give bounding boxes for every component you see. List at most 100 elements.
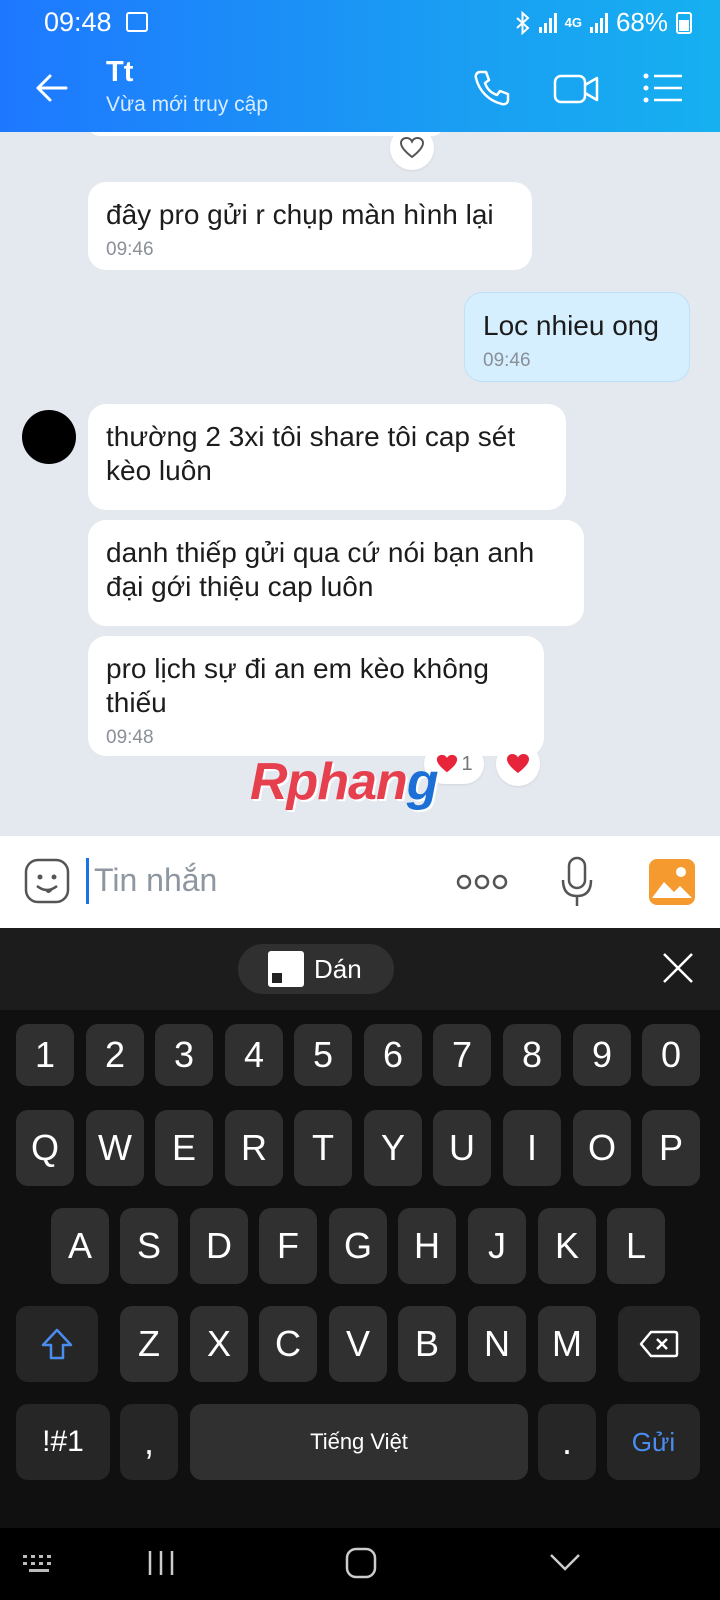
network-type: 4G xyxy=(564,15,582,30)
backspace-key[interactable] xyxy=(618,1306,700,1382)
more-options-icon[interactable] xyxy=(456,872,508,892)
key-w[interactable]: W xyxy=(86,1110,144,1186)
battery-icon xyxy=(676,11,692,34)
clipboard-thumbnail xyxy=(268,951,304,987)
cell-signal-icon xyxy=(589,12,608,33)
key-f[interactable]: F xyxy=(259,1208,317,1284)
key-a[interactable]: A xyxy=(51,1208,109,1284)
video-call-icon[interactable] xyxy=(552,68,600,108)
heart-filled-icon xyxy=(507,754,529,773)
key-c[interactable]: C xyxy=(259,1306,317,1382)
key-3[interactable]: 3 xyxy=(155,1024,213,1086)
key-g[interactable]: G xyxy=(329,1208,387,1284)
chevron-down-icon[interactable] xyxy=(548,1550,582,1574)
back-arrow-icon[interactable] xyxy=(32,68,72,108)
key-j[interactable]: J xyxy=(468,1208,526,1284)
key-o[interactable]: O xyxy=(573,1110,631,1186)
key-5[interactable]: 5 xyxy=(294,1024,352,1086)
close-icon[interactable] xyxy=(658,948,698,988)
key-4[interactable]: 4 xyxy=(225,1024,283,1086)
contact-name[interactable]: Tt xyxy=(106,56,133,89)
key-9[interactable]: 9 xyxy=(573,1024,631,1086)
key-r[interactable]: R xyxy=(225,1110,283,1186)
paste-label: Dán xyxy=(314,953,362,984)
react-heart-button[interactable] xyxy=(496,742,540,786)
message-time: 09:46 xyxy=(106,239,154,260)
key-l[interactable]: L xyxy=(607,1208,665,1284)
key-n[interactable]: N xyxy=(468,1306,526,1382)
send-key[interactable]: Gửi xyxy=(607,1404,700,1480)
chat-area[interactable]: đây pro gửi r chụp màn hình lại 09:46 Lo… xyxy=(0,132,720,836)
message-bubble[interactable]: pro lịch sự đi an em kèo không thiếu 09:… xyxy=(88,636,544,756)
heart-outline-icon xyxy=(399,136,425,159)
status-time: 09:48 xyxy=(44,7,112,37)
key-8[interactable]: 8 xyxy=(503,1024,561,1086)
period-key[interactable]: . xyxy=(538,1404,596,1480)
shift-arrow-icon xyxy=(41,1328,73,1360)
reaction-button[interactable] xyxy=(390,132,434,170)
key-z[interactable]: Z xyxy=(120,1306,178,1382)
message-composer: Tin nhắn xyxy=(0,836,720,928)
key-q[interactable]: Q xyxy=(16,1110,74,1186)
image-gallery-icon[interactable] xyxy=(648,858,696,906)
key-u[interactable]: U xyxy=(433,1110,491,1186)
key-s[interactable]: S xyxy=(120,1208,178,1284)
message-time: 09:46 xyxy=(483,350,531,371)
text-caret xyxy=(86,858,89,904)
key-y[interactable]: Y xyxy=(364,1110,422,1186)
key-p[interactable]: P xyxy=(642,1110,700,1186)
shift-key[interactable] xyxy=(16,1306,98,1382)
my-message-bubble[interactable]: Loc nhieu ong 09:46 xyxy=(464,292,690,382)
key-t[interactable]: T xyxy=(294,1110,352,1186)
keyboard: Dán 1 2 3 4 5 6 7 8 9 0 Q W E R T Y U I … xyxy=(0,928,720,1600)
key-1[interactable]: 1 xyxy=(16,1024,74,1086)
status-right: 4G 68% xyxy=(515,7,692,38)
message-bubble[interactable]: thường 2 3xi tôi share tôi cap sét kèo l… xyxy=(88,404,566,510)
key-d[interactable]: D xyxy=(190,1208,248,1284)
key-k[interactable]: K xyxy=(538,1208,596,1284)
status-bar: 09:48 4G 68% xyxy=(0,0,720,44)
key-2[interactable]: 2 xyxy=(86,1024,144,1086)
message-text: Loc nhieu ong xyxy=(483,310,659,341)
home-icon[interactable] xyxy=(344,1546,378,1580)
backspace-icon xyxy=(639,1330,679,1358)
key-m[interactable]: M xyxy=(538,1306,596,1382)
battery-percent: 68% xyxy=(615,7,668,37)
avatar[interactable] xyxy=(22,410,76,464)
message-text: danh thiếp gửi qua cứ nói bạn anh đại gớ… xyxy=(106,537,535,602)
key-b[interactable]: B xyxy=(398,1306,456,1382)
reaction-count: 1 xyxy=(461,752,473,775)
recent-apps-icon[interactable] xyxy=(146,1548,176,1578)
message-text: đây pro gửi r chụp màn hình lại xyxy=(106,199,494,230)
space-key[interactable]: Tiếng Việt xyxy=(190,1404,528,1480)
key-v[interactable]: V xyxy=(329,1306,387,1382)
image-notification-icon xyxy=(126,12,148,32)
key-h[interactable]: H xyxy=(398,1208,456,1284)
key-i[interactable]: I xyxy=(503,1110,561,1186)
microphone-icon[interactable] xyxy=(560,856,594,908)
wifi-signal-icon xyxy=(538,12,557,33)
key-0[interactable]: 0 xyxy=(642,1024,700,1086)
key-6[interactable]: 6 xyxy=(364,1024,422,1086)
key-e[interactable]: E xyxy=(155,1110,213,1186)
chat-header: Tt Vừa mới truy cập xyxy=(0,44,720,132)
bluetooth-icon xyxy=(515,10,530,35)
keyboard-hide-icon[interactable] xyxy=(22,1554,58,1576)
symbols-key[interactable]: !#1 xyxy=(16,1404,110,1480)
top-bar: 09:48 4G 68% Tt Vừa mới truy cập xyxy=(0,0,720,132)
watermark-logo: Rphang xyxy=(250,753,439,811)
key-7[interactable]: 7 xyxy=(433,1024,491,1086)
message-text: pro lịch sự đi an em kèo không thiếu xyxy=(106,653,489,718)
message-bubble[interactable]: đây pro gửi r chụp màn hình lại 09:46 xyxy=(88,182,532,270)
message-input[interactable]: Tin nhắn xyxy=(94,862,217,899)
paste-chip[interactable]: Dán xyxy=(238,944,394,994)
system-nav-bar xyxy=(0,1528,720,1600)
comma-key[interactable]: , xyxy=(120,1404,178,1480)
key-x[interactable]: X xyxy=(190,1306,248,1382)
phone-call-icon[interactable] xyxy=(470,68,518,108)
clipboard-bar: Dán xyxy=(0,928,720,1010)
menu-list-icon[interactable] xyxy=(640,68,688,108)
heart-filled-icon xyxy=(437,754,458,773)
message-bubble[interactable]: danh thiếp gửi qua cứ nói bạn anh đại gớ… xyxy=(88,520,584,626)
sticker-emoji-icon[interactable] xyxy=(24,858,70,904)
